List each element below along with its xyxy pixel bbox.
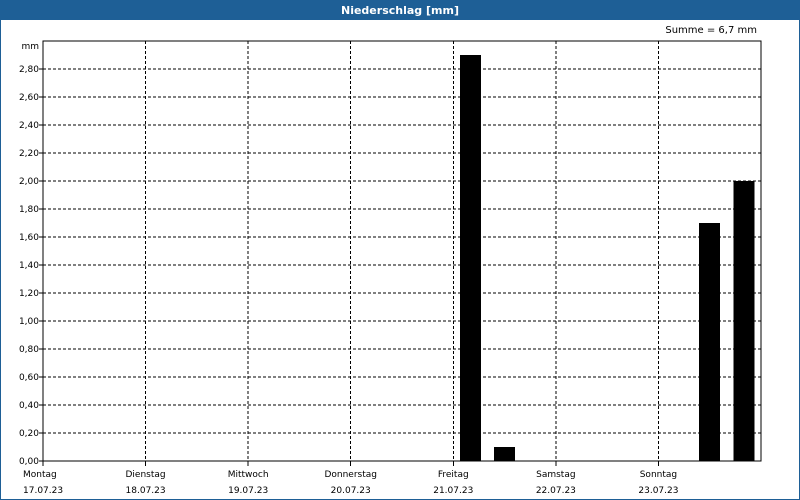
- precipitation-chart: 0,00 0,20 0,40 0,60 0,80 1,00 1,20 1,40 1,60 1,80…: [19, 40, 762, 496]
- x-tick-date: 23.07.23: [638, 486, 678, 496]
- y-tick-label: 1,80: [19, 205, 39, 215]
- x-tick-weekday: Mittwoch: [228, 470, 269, 480]
- x-tick-date: 17.07.23: [23, 486, 63, 496]
- plot-area: [42, 40, 762, 462]
- y-tick-label: 2,60: [19, 93, 39, 103]
- y-tick-label: 0,60: [19, 373, 39, 383]
- bar: [733, 181, 755, 461]
- bar: [494, 447, 516, 461]
- chart-window: Niederschlag [mm] Summe = 6,7 mm 0,00 0,2…: [0, 0, 800, 500]
- y-tick-label: 2,40: [19, 121, 39, 131]
- bar: [459, 55, 481, 461]
- y-tick-label: 2,00: [19, 177, 39, 187]
- x-tick-weekday: Freitag: [438, 470, 469, 480]
- y-tick-label: 1,20: [19, 289, 39, 299]
- y-axis-unit: mm: [21, 42, 39, 52]
- y-tick-label: 1,60: [19, 233, 39, 243]
- x-tick-weekday: Donnerstag: [324, 470, 377, 480]
- y-tick-label: 0,20: [19, 429, 39, 439]
- y-tick-label: 1,00: [19, 317, 39, 327]
- x-tick-date: 22.07.23: [536, 486, 576, 496]
- bar: [699, 223, 721, 461]
- x-tick-date: 20.07.23: [331, 486, 371, 496]
- x-tick-date: 19.07.23: [228, 486, 268, 496]
- x-tick-date: 21.07.23: [433, 486, 473, 496]
- x-tick-date: 18.07.23: [126, 486, 166, 496]
- x-tick-weekday: Sonntag: [640, 470, 677, 480]
- x-tick-weekday: Montag: [23, 470, 57, 480]
- x-tick-weekday: Dienstag: [126, 470, 166, 480]
- x-tick-weekday: Samstag: [536, 470, 575, 480]
- y-tick-label: 0,40: [19, 401, 39, 411]
- y-tick-label: 1,40: [19, 261, 39, 271]
- y-tick-label: 0,00: [19, 457, 39, 467]
- y-tick-label: 0,80: [19, 345, 39, 355]
- y-tick-label: 2,80: [19, 65, 39, 75]
- y-tick-label: 2,20: [19, 149, 39, 159]
